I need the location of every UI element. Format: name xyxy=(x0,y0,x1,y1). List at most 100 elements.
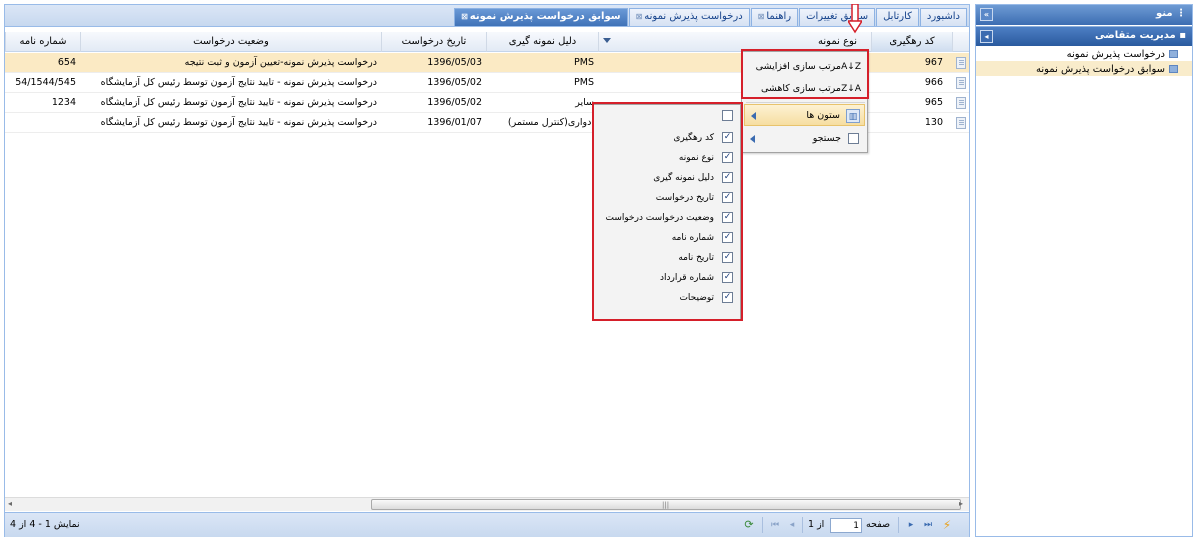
header-label: تاریخ درخواست xyxy=(401,36,467,47)
document-icon[interactable] xyxy=(956,117,966,129)
checkbox[interactable]: ✓ xyxy=(722,132,733,143)
column-toggle-request-date[interactable]: ✓ تاریخ درخواست xyxy=(596,189,738,209)
last-page-icon[interactable]: ⏭ xyxy=(921,518,935,532)
document-icon[interactable] xyxy=(956,97,966,109)
tab-label: درخواست پذیرش نمونه xyxy=(644,11,743,22)
page-label: صفحه xyxy=(866,519,891,530)
column-menu-trigger-icon[interactable] xyxy=(603,38,611,43)
checkbox[interactable]: ✓ xyxy=(722,172,733,183)
cell-code: 965 xyxy=(924,97,943,108)
separator xyxy=(762,517,763,533)
next-page-icon[interactable]: ▸ xyxy=(904,518,918,532)
header-letter-number[interactable]: شماره نامه xyxy=(5,32,80,52)
leaf-icon xyxy=(1169,50,1178,58)
tab-dashboard[interactable]: داشبورد xyxy=(919,8,967,26)
checkbox[interactable]: ✓ xyxy=(722,152,733,163)
header-request-status[interactable]: وضعیت درخواست xyxy=(80,32,381,52)
document-icon[interactable] xyxy=(956,77,966,89)
column-toggle-blank[interactable] xyxy=(596,107,738,127)
tab-help[interactable]: راهنما⊠ xyxy=(750,8,799,26)
cell-code: 967 xyxy=(924,57,943,68)
tab-request-history[interactable]: سوابق درخواست پذیرش نمونه⊠ xyxy=(454,8,628,26)
tab-strip: داشبورد کارتابل سوابق تغییرات راهنما⊠ در… xyxy=(5,5,969,27)
column-toggle-letter-date[interactable]: ✓ تاریخ نامه xyxy=(596,249,738,269)
close-tab-icon[interactable]: ⊠ xyxy=(636,12,643,21)
collapse-sidebar-icon[interactable]: » xyxy=(980,8,993,21)
page-number-input[interactable] xyxy=(830,518,862,533)
header-sampling-reason[interactable]: دلیل نمونه گیری xyxy=(486,32,598,52)
close-tab-icon[interactable]: ⊠ xyxy=(461,12,468,21)
scroll-right-icon[interactable]: ▸ xyxy=(959,499,963,508)
column-toggle-contract-number[interactable]: ✓ شماره قرارداد xyxy=(596,269,738,289)
refresh-icon[interactable]: ⟳ xyxy=(742,518,756,532)
sidebar-item-sample-request[interactable]: درخواست پذیرش نمونه xyxy=(976,46,1192,61)
lightning-icon[interactable]: ⚡ xyxy=(940,518,954,532)
sort-descending-icon: Z↓A xyxy=(841,84,861,94)
column-toggle-label: نوع نمونه xyxy=(678,153,714,163)
column-toggle-request-status[interactable]: ✓ وضعیت درخواست درخواست xyxy=(596,209,738,229)
checkbox[interactable]: ✓ xyxy=(722,212,733,223)
pager-toolbar: نمایش 1 - 4 از 4 ⟳ ⏮ ◂ از 1 صفحه ▸ ⏭ ⚡ xyxy=(5,512,969,537)
cell-letter-number: 1234 xyxy=(51,97,76,108)
collapse-group-icon[interactable]: ◂ xyxy=(980,30,993,43)
prev-page-icon[interactable]: ◂ xyxy=(785,518,799,532)
menu-item-label: مرتب سازی کاهشی xyxy=(760,83,841,94)
cell-date: 1396/05/02 xyxy=(427,77,482,88)
search-checkbox[interactable] xyxy=(848,133,859,144)
checkbox[interactable] xyxy=(722,110,733,121)
menu-search[interactable]: جستجو xyxy=(744,128,865,150)
cell-date: 1396/05/03 xyxy=(427,57,482,68)
header-label: دلیل نمونه گیری xyxy=(508,36,577,47)
scroll-left-icon[interactable]: ◂ xyxy=(8,499,12,508)
separator xyxy=(802,517,803,533)
header-tracking-code[interactable]: کد رهگیری xyxy=(871,32,952,52)
tab-label: سوابق درخواست پذیرش نمونه xyxy=(469,11,621,22)
checkbox[interactable]: ✓ xyxy=(722,252,733,263)
column-toggle-label: تاریخ درخواست xyxy=(655,193,714,203)
sidebar: ⋮ منو » ▪ مدیریت متقاضی ◂ درخواست پذیرش … xyxy=(975,4,1193,537)
header-request-date[interactable]: تاریخ درخواست xyxy=(381,32,486,52)
leaf-icon xyxy=(1169,65,1178,73)
column-context-menu: A↓Z مرتب سازی افزایشی Z↓A مرتب سازی کاهش… xyxy=(741,51,868,153)
submenu-arrow-icon xyxy=(750,135,755,143)
column-toggle-label: توضیحات xyxy=(679,293,714,303)
cell-letter-number: 54/1544/545 xyxy=(15,77,76,88)
display-count: نمایش 1 - 4 از 4 xyxy=(10,519,80,530)
cell-date: 1396/01/07 xyxy=(427,117,482,128)
columns-icon: ▥ xyxy=(846,109,860,123)
checkbox[interactable]: ✓ xyxy=(722,292,733,303)
menu-columns[interactable]: ▥ ستون ها xyxy=(744,104,865,126)
checkbox[interactable]: ✓ xyxy=(722,232,733,243)
horizontal-scrollbar[interactable]: ◂ ||| ▸ xyxy=(5,497,969,511)
sidebar-title: منو xyxy=(1155,8,1173,19)
sidebar-item-label: درخواست پذیرش نمونه xyxy=(1066,48,1165,60)
menu-icon: ⋮ xyxy=(1172,8,1186,19)
column-toggle-description[interactable]: ✓ توضیحات xyxy=(596,289,738,309)
sidebar-group-header[interactable]: ▪ مدیریت متقاضی ◂ xyxy=(976,26,1192,46)
sidebar-header[interactable]: ⋮ منو » xyxy=(976,5,1192,25)
page-count: از 1 xyxy=(808,519,825,530)
column-toggle-sampling-reason[interactable]: ✓ دلیل نمونه گیری xyxy=(596,169,738,189)
checkbox[interactable]: ✓ xyxy=(722,272,733,283)
cell-status: درخواست پذیرش نمونه - تایید نتایج آزمون … xyxy=(100,117,377,128)
header-sample-type[interactable]: نوع نمونه xyxy=(598,32,871,52)
tab-cartable[interactable]: کارتابل xyxy=(876,8,919,26)
tab-sample-request[interactable]: درخواست پذیرش نمونه⊠ xyxy=(628,8,750,26)
scroll-thumb[interactable]: ||| xyxy=(371,499,961,510)
menu-item-label: جستجو xyxy=(812,133,841,144)
first-page-icon[interactable]: ⏮ xyxy=(768,518,782,532)
column-toggle-letter-number[interactable]: ✓ شماره نامه xyxy=(596,229,738,249)
column-toggle-sample-type[interactable]: ✓ نوع نمونه xyxy=(596,149,738,169)
sidebar-item-label: سوابق درخواست پذیرش نمونه xyxy=(1035,63,1165,75)
cell-code: 130 xyxy=(924,117,943,128)
checkbox[interactable]: ✓ xyxy=(722,192,733,203)
menu-sort-descending[interactable]: Z↓A مرتب سازی کاهشی xyxy=(744,78,865,100)
column-toggle-tracking-code[interactable]: ✓ کد رهگیری xyxy=(596,129,738,149)
document-icon[interactable] xyxy=(956,57,966,69)
sidebar-item-request-history[interactable]: سوابق درخواست پذیرش نمونه xyxy=(976,61,1192,76)
header-label: وضعیت درخواست xyxy=(193,36,269,47)
menu-sort-ascending[interactable]: A↓Z مرتب سازی افزایشی xyxy=(744,56,865,78)
close-tab-icon[interactable]: ⊠ xyxy=(758,12,765,21)
menu-item-label: ستون ها xyxy=(806,110,840,121)
tab-change-history[interactable]: سوابق تغییرات xyxy=(799,8,876,26)
